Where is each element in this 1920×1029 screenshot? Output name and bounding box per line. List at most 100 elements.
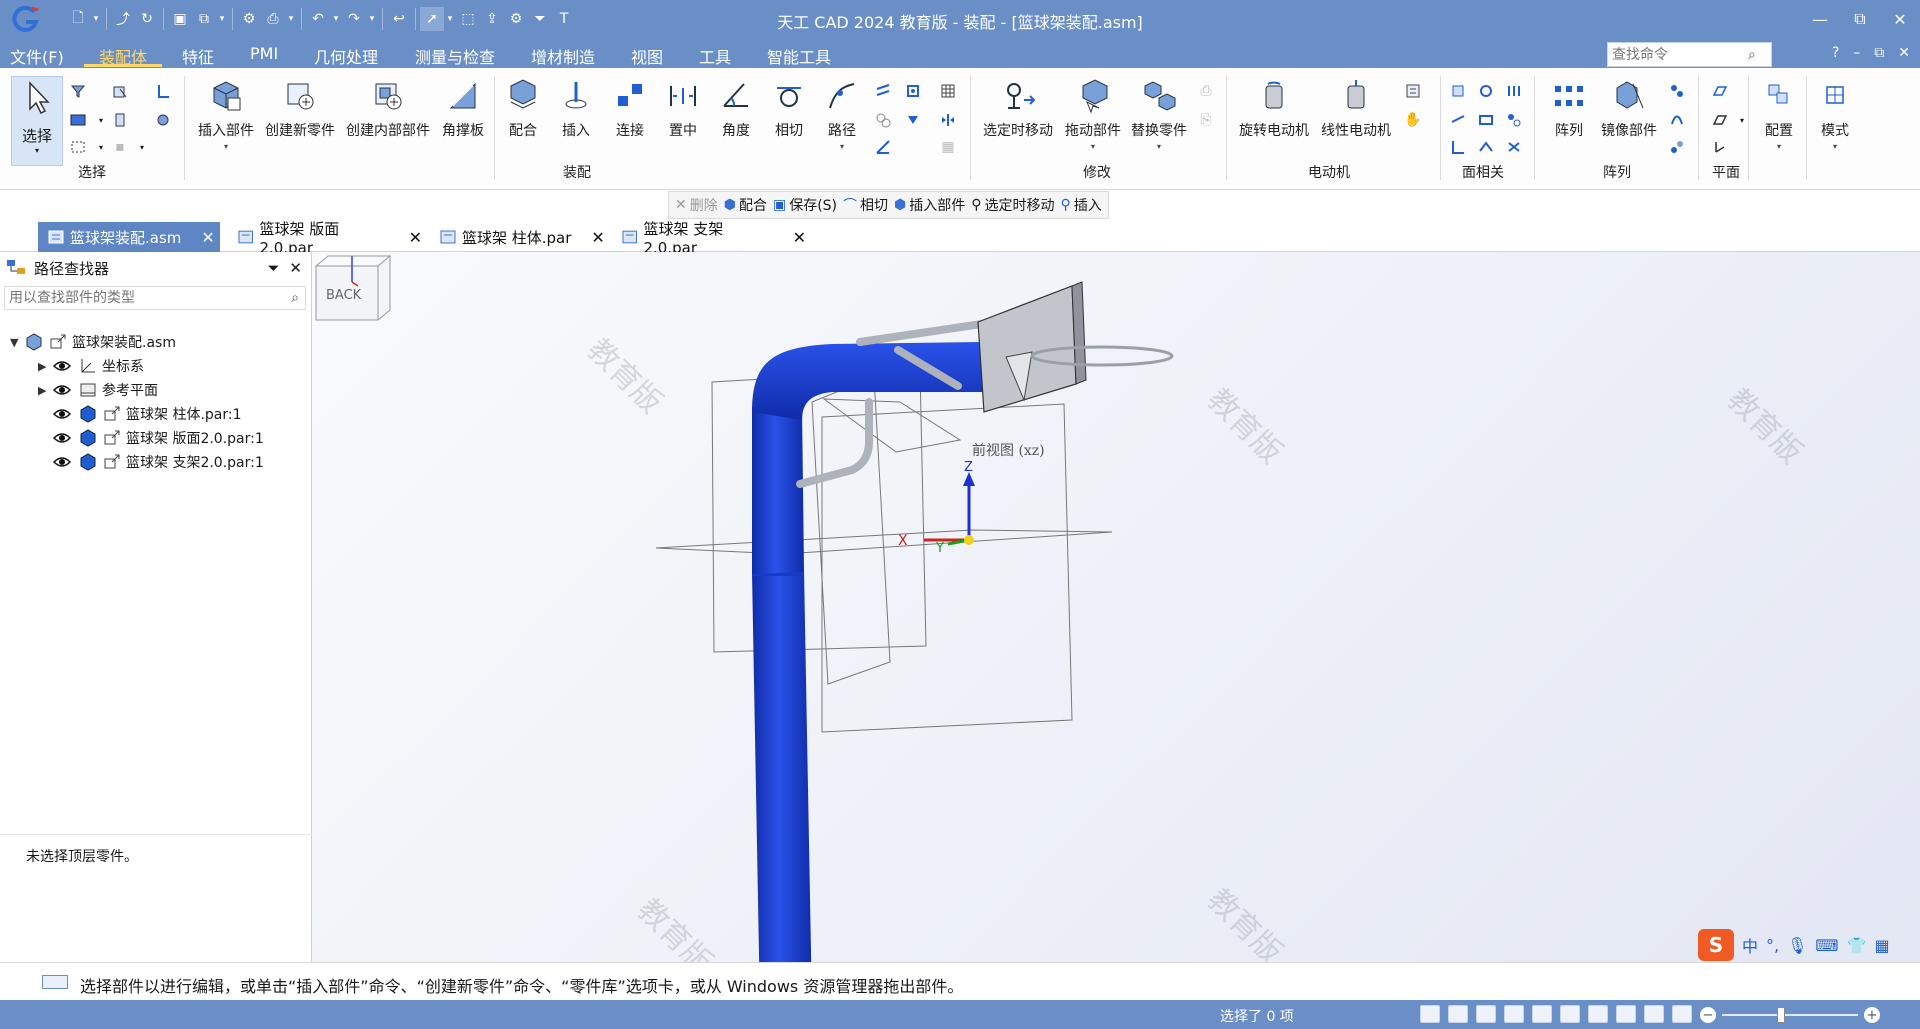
clip-icon[interactable] [109, 109, 131, 131]
dropdown-icon[interactable]: ▾ [1731, 109, 1753, 131]
eye-icon[interactable] [52, 359, 72, 373]
eye-icon[interactable] [52, 383, 72, 397]
redo-icon[interactable]: ↷ [342, 7, 366, 31]
pointer-icon[interactable]: ➚ [420, 7, 444, 31]
dropdown-icon[interactable]: ▾ [444, 7, 456, 31]
zoom-area-icon[interactable] [1420, 1005, 1440, 1023]
part-icon[interactable]: ⬚ [456, 7, 480, 31]
menu-smart-tools[interactable]: 智能工具 [767, 44, 831, 68]
collapse-icon[interactable]: ▼ [10, 336, 24, 349]
tree-item-column-part[interactable]: 篮球架 柱体.par:1 [52, 402, 242, 426]
eye-icon[interactable] [52, 407, 72, 421]
tangent-command[interactable]: ⌒ 相切 [843, 195, 888, 215]
filter-icon[interactable]: ⏷ [528, 7, 552, 31]
pattern-sub-icon-1[interactable] [1666, 80, 1688, 102]
tab-assembly[interactable]: 篮球架装配.asm ✕ [38, 222, 220, 252]
parallel-icon[interactable] [872, 80, 894, 102]
close-tab-icon[interactable]: ✕ [793, 228, 806, 247]
select-button[interactable]: 选择 ▾ [11, 76, 63, 166]
flash-fit-icon[interactable] [902, 109, 924, 131]
settings-icon[interactable]: ⚙ [237, 7, 261, 31]
zoom-thumb[interactable] [1777, 1007, 1785, 1023]
view-cube[interactable]: BACK [312, 252, 392, 324]
microphone-icon[interactable]: 🎙 [1787, 936, 1807, 955]
scene[interactable]: Z X Y [312, 252, 1920, 962]
close-tab-icon[interactable]: ✕ [591, 228, 604, 247]
center-button[interactable]: 置中 [663, 74, 703, 140]
select-box-icon[interactable] [67, 109, 89, 131]
mirror-part-button[interactable]: 镜像部件 [1596, 74, 1662, 140]
tree-root[interactable]: ▼ 篮球架装配.asm [10, 330, 176, 354]
ribbon-minimize-icon[interactable]: – [1853, 45, 1860, 61]
menu-additive[interactable]: 增材制造 [531, 44, 595, 68]
move-on-select-command[interactable]: ⚲ 选定时移动 [971, 195, 1054, 215]
select-face-icon[interactable] [152, 80, 174, 102]
mode-button[interactable]: 模式 ▾ [1812, 74, 1858, 151]
menu-tools[interactable]: 工具 [699, 44, 731, 68]
drag-part-button[interactable]: 拖动部件 ▾ [1062, 74, 1124, 151]
3d-viewport[interactable]: 教育版 教育版 教育版 教育版 教育版 Z X Y 前视图 (xz) BACK [312, 252, 1920, 962]
face-icon-7[interactable] [1447, 136, 1469, 158]
mate-button[interactable]: 配合 [503, 74, 543, 140]
tab-board-part[interactable]: 篮球架 版面2.0.par ✕ [228, 220, 422, 257]
move-on-select-button[interactable]: 选定时移动 [980, 74, 1056, 140]
panel-menu-icon[interactable]: ⏷ [267, 259, 279, 277]
gear-doc-icon[interactable]: ⚙ [504, 7, 528, 31]
menu-measure[interactable]: 测量与检查 [415, 44, 495, 68]
tab-bracket-part[interactable]: 篮球架 支架2.0.par ✕ [612, 220, 806, 257]
prompt-icon[interactable] [42, 975, 68, 989]
insert-part-button[interactable]: 插入部件 ▾ [195, 74, 257, 151]
command-search[interactable]: ⌕ [1607, 42, 1772, 67]
open-icon[interactable]: ⤴ [111, 7, 135, 31]
dropdown-icon[interactable]: ▾ [90, 7, 102, 31]
symmetric-icon[interactable] [937, 109, 959, 131]
face-icon-2[interactable] [1475, 80, 1497, 102]
new-file-icon[interactable]: 🗋 [66, 7, 90, 31]
ground-icon[interactable] [872, 136, 894, 158]
save-all-icon[interactable]: ⧉ [192, 7, 216, 31]
connect-button[interactable]: 连接 [610, 74, 650, 140]
pattern-button[interactable]: 阵列 [1546, 74, 1592, 140]
search-icon[interactable]: ⌕ [291, 290, 299, 306]
close-button[interactable]: ✕ [1880, 0, 1920, 38]
zoom-out-icon[interactable]: − [1700, 1007, 1716, 1023]
axial-align-icon[interactable] [902, 80, 924, 102]
zoom-in-icon[interactable]: + [1864, 1007, 1880, 1023]
tangent-button[interactable]: 相切 [769, 74, 809, 140]
display-icon[interactable] [1616, 1005, 1636, 1023]
dropdown-icon[interactable]: ▾ [366, 7, 378, 31]
face-icon-8[interactable] [1475, 136, 1497, 158]
refresh-icon[interactable]: ↻ [135, 7, 159, 31]
ime-mode[interactable]: 中 [1742, 933, 1758, 957]
pathfinder-search-input[interactable] [5, 288, 292, 308]
tree-item-coordinate-system[interactable]: ▶ 坐标系 [38, 354, 144, 378]
text-icon[interactable]: T [552, 7, 576, 31]
tab-column-part[interactable]: 篮球架 柱体.par ✕ [430, 222, 606, 252]
select-part-icon[interactable] [109, 80, 131, 102]
filter-icon[interactable] [67, 80, 89, 102]
config-button[interactable]: 配置 ▾ [1756, 74, 1802, 151]
search-icon[interactable]: ⌕ [1748, 47, 1756, 63]
component-icon[interactable] [152, 109, 174, 131]
undo-icon[interactable]: ↶ [306, 7, 330, 31]
menu-geometry[interactable]: 几何处理 [314, 44, 378, 68]
menu-feature[interactable]: 特征 [182, 44, 214, 68]
export-icon[interactable]: ⇪ [480, 7, 504, 31]
shading-icon[interactable] [1588, 1005, 1608, 1023]
close-tab-icon[interactable]: ✕ [201, 228, 214, 247]
pathfinder-search[interactable]: ⌕ [4, 286, 306, 310]
eye-icon[interactable] [52, 431, 72, 445]
face-icon-9[interactable] [1503, 136, 1525, 158]
menu-file[interactable]: 文件(F) [10, 44, 64, 68]
window-select-icon[interactable] [67, 136, 89, 158]
face-icon-6[interactable] [1503, 109, 1525, 131]
plane-icon-2[interactable] [1709, 109, 1731, 131]
insert-command[interactable]: ⚲ 插入 [1061, 195, 1102, 215]
app-logo-icon[interactable] [10, 4, 40, 34]
face-icon-1[interactable] [1447, 80, 1469, 102]
dropdown-icon[interactable]: ▾ [131, 136, 153, 158]
view-orient-icon[interactable] [1560, 1005, 1580, 1023]
rotary-motor-button[interactable]: 旋转电动机 [1236, 74, 1312, 140]
sogou-icon[interactable]: S [1698, 929, 1734, 961]
plane-icon-3[interactable] [1709, 136, 1731, 158]
